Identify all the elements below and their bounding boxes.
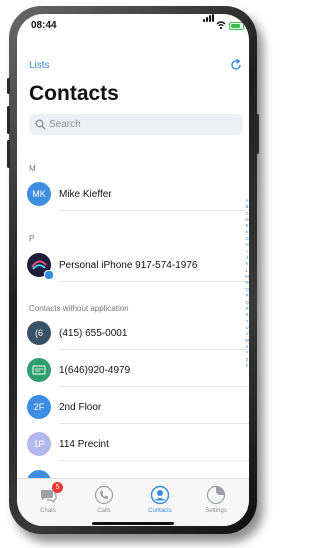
avatar: (6: [27, 321, 51, 345]
tab-chats[interactable]: 5 Chats: [23, 482, 73, 519]
screen: 08:44 Lists Contacts Search M MK Mike Ki…: [17, 14, 249, 526]
row-divider: [59, 423, 249, 424]
lists-link[interactable]: Lists: [29, 60, 50, 71]
contact-row[interactable]: Personal iPhone 917-574-1976: [17, 250, 249, 282]
tab-label: Chats: [40, 508, 56, 514]
contact-row[interactable]: (6 (415) 655-0001: [17, 318, 249, 350]
alphabet-index[interactable]: A B C D E F G H I J K L M N O P Q R S T …: [243, 198, 249, 369]
page-title: Contacts: [29, 82, 119, 105]
row-divider: [59, 386, 249, 387]
volume-up-button: [7, 106, 10, 134]
contact-row[interactable]: 1(646)920-4979: [17, 355, 249, 387]
contact-name: 1(646)920-4979: [59, 365, 131, 376]
wifi-icon: [216, 21, 226, 30]
power-button: [256, 114, 259, 154]
row-divider: [59, 460, 249, 461]
contacts-icon: [150, 485, 170, 505]
contact-name: Personal iPhone 917-574-1976: [59, 260, 198, 271]
tab-contacts[interactable]: Contacts: [135, 483, 185, 519]
search-placeholder: Search: [49, 119, 81, 130]
contact-row[interactable]: 2F 2nd Floor: [17, 392, 249, 424]
tab-label: Calls: [97, 508, 111, 514]
unread-badge: 5: [52, 482, 63, 493]
search-icon: [35, 119, 46, 130]
phone-icon: [94, 485, 114, 505]
avatar: MK: [27, 182, 51, 206]
mute-switch: [7, 78, 10, 94]
settings-icon: [206, 485, 226, 505]
phone-frame: 08:44 Lists Contacts Search M MK Mike Ki…: [7, 6, 259, 534]
contact-name: 2nd Floor: [59, 402, 102, 413]
business-card-icon: [32, 365, 46, 375]
tab-label: Contacts: [148, 508, 172, 514]
avatar: 1P: [27, 432, 51, 456]
status-bar: 08:44: [17, 14, 249, 36]
tab-label: Settings: [205, 508, 227, 514]
index-letter[interactable]: #: [243, 363, 249, 369]
app-user-badge-icon: [44, 270, 54, 280]
home-indicator[interactable]: [92, 522, 174, 525]
row-divider: [59, 281, 249, 282]
battery-icon: [229, 22, 244, 30]
row-divider: [59, 349, 249, 350]
tab-calls[interactable]: Calls: [79, 483, 129, 519]
row-divider: [59, 210, 249, 211]
contact-row[interactable]: MK Mike Kieffer: [17, 179, 249, 211]
avatar: [27, 358, 51, 382]
tab-bar: 5 Chats Calls Contacts Settings: [17, 478, 249, 526]
volume-down-button: [7, 140, 10, 168]
avatar: 2F: [27, 395, 51, 419]
contact-row[interactable]: 1P 114 Precint: [17, 429, 249, 461]
section-header-without-app: Contacts without application: [29, 304, 129, 313]
refresh-icon[interactable]: [229, 58, 243, 72]
search-bar[interactable]: Search: [29, 114, 243, 135]
status-time: 08:44: [31, 20, 57, 31]
contact-name: (415) 655-0001: [59, 328, 128, 339]
section-header-p: P: [29, 234, 35, 243]
contact-name: Mike Kieffer: [59, 189, 112, 200]
section-header-m: M: [29, 164, 36, 173]
tab-settings[interactable]: Settings: [191, 483, 241, 519]
contact-name: 114 Precint: [59, 439, 109, 450]
